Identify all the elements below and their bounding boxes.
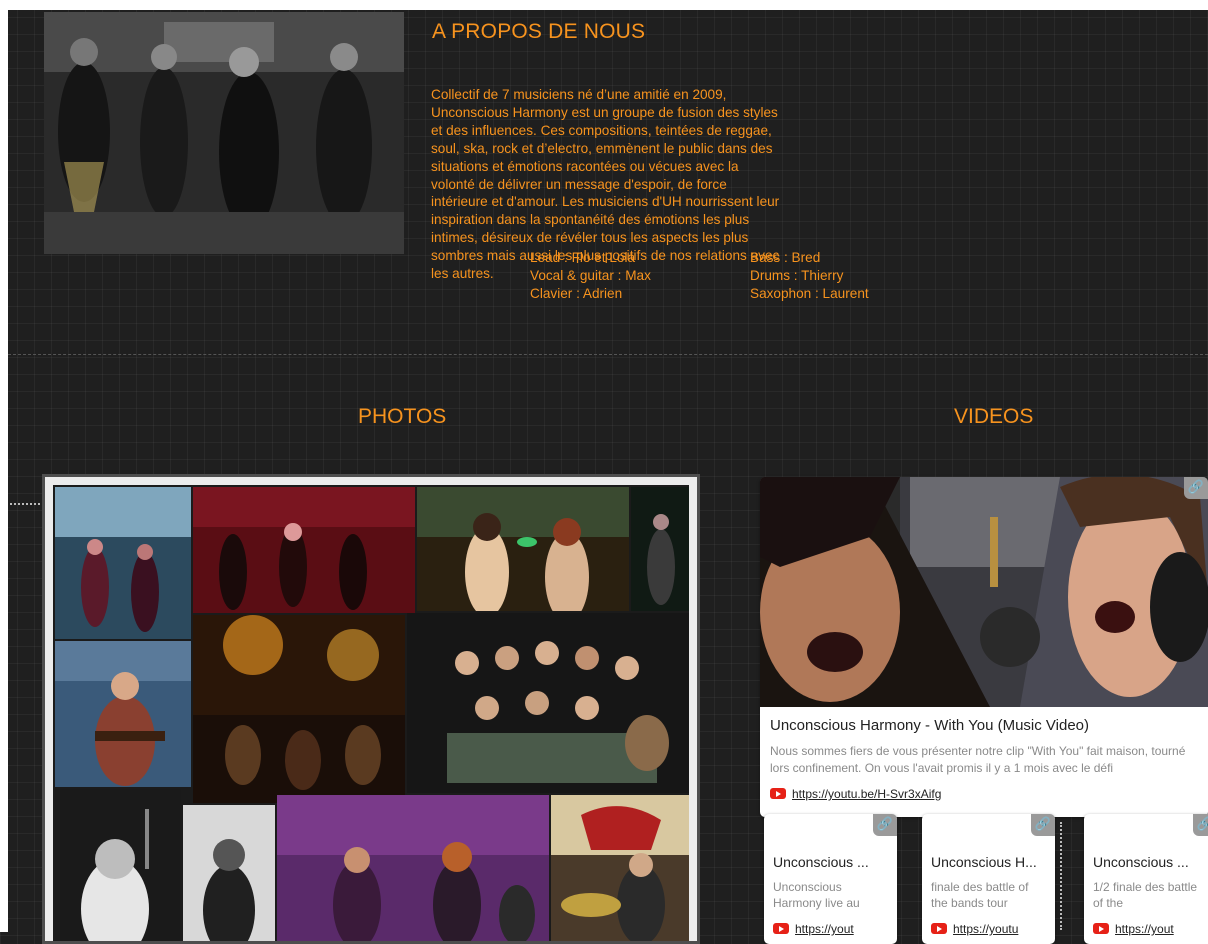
link-icon[interactable]: 🔗 (873, 814, 897, 836)
member-vocal: Vocal & guitar : Max (530, 267, 651, 283)
photo-tile[interactable] (417, 487, 629, 611)
photo-tile[interactable] (55, 487, 191, 639)
video-description: finale des battle of the bands tour (931, 880, 1029, 910)
photo-collage[interactable] (42, 474, 700, 944)
photos-title: PHOTOS (358, 405, 447, 428)
video-description: Nous sommes fiers de vous présenter notr… (770, 744, 1186, 775)
photo-tile[interactable] (183, 805, 275, 941)
left-edge (0, 0, 8, 932)
band-photo (44, 12, 404, 254)
dotted-connector-vertical (1060, 822, 1062, 930)
top-edge (0, 0, 1208, 10)
dotted-connector (10, 503, 44, 505)
video-card[interactable]: 🔗 Unconscious ... Unconscious Harmony li… (764, 814, 897, 944)
youtube-icon (770, 788, 786, 799)
link-icon[interactable]: 🔗 (1184, 477, 1208, 499)
featured-video-card[interactable]: 🔗 Unconscious Harmony - With You (Music … (760, 477, 1208, 817)
photo-tile[interactable] (193, 487, 415, 613)
link-icon[interactable]: 🔗 (1193, 814, 1208, 836)
video-card[interactable]: 🔗 Unconscious ... 1/2 finale des battle … (1084, 814, 1208, 944)
member-bass: Bass : Bred (750, 250, 821, 265)
videos-title: VIDEOS (954, 405, 1034, 428)
video-description: Unconscious Harmony live au (773, 880, 860, 910)
photo-tile[interactable] (55, 789, 181, 941)
youtube-icon (931, 923, 947, 934)
photo-tile[interactable] (55, 641, 191, 787)
video-url[interactable]: https://yout (795, 922, 854, 936)
video-link[interactable]: https://yout (1093, 922, 1174, 936)
video-url[interactable]: https://youtu.be/H-Svr3xAifg (792, 787, 941, 801)
photo-tile[interactable] (631, 487, 689, 611)
video-title[interactable]: Unconscious ... (773, 854, 883, 870)
video-link[interactable]: https://youtu.be/H-Svr3xAifg (770, 787, 941, 801)
video-link[interactable]: https://youtu (931, 922, 1018, 936)
video-url[interactable]: https://youtu (953, 922, 1018, 936)
video-title[interactable]: Unconscious Harmony - With You (Music Vi… (770, 717, 1200, 734)
video-card[interactable]: 🔗 Unconscious H... finale des battle of … (922, 814, 1055, 944)
member-sax: Saxophon : Laurent (750, 285, 869, 301)
members-list-right: Bass : Bred Drums : Thierry Saxophon : L… (750, 249, 869, 303)
members-list-left: Lead : Flo et Lola Vocal & guitar : Max … (530, 249, 651, 303)
photo-tile[interactable] (277, 795, 549, 941)
video-title[interactable]: Unconscious H... (931, 854, 1041, 870)
youtube-icon (773, 923, 789, 934)
video-url[interactable]: https://yout (1115, 922, 1174, 936)
member-keys: Clavier : Adrien (530, 285, 623, 301)
member-drums: Drums : Thierry (750, 267, 844, 283)
video-description: 1/2 finale des battle of the (1093, 880, 1198, 910)
video-thumbnail[interactable] (760, 477, 1208, 707)
photo-tile[interactable] (551, 795, 689, 941)
photo-tile[interactable] (407, 613, 689, 793)
about-title: A PROPOS DE NOUS (432, 20, 646, 43)
youtube-icon (1093, 923, 1109, 934)
member-lead: Lead : Flo et Lola (530, 250, 636, 265)
collage-grid (53, 485, 689, 941)
video-link[interactable]: https://yout (773, 922, 854, 936)
photo-tile[interactable] (193, 615, 405, 803)
link-icon[interactable]: 🔗 (1031, 814, 1055, 836)
video-title[interactable]: Unconscious ... (1093, 854, 1203, 870)
section-divider (8, 354, 1208, 355)
